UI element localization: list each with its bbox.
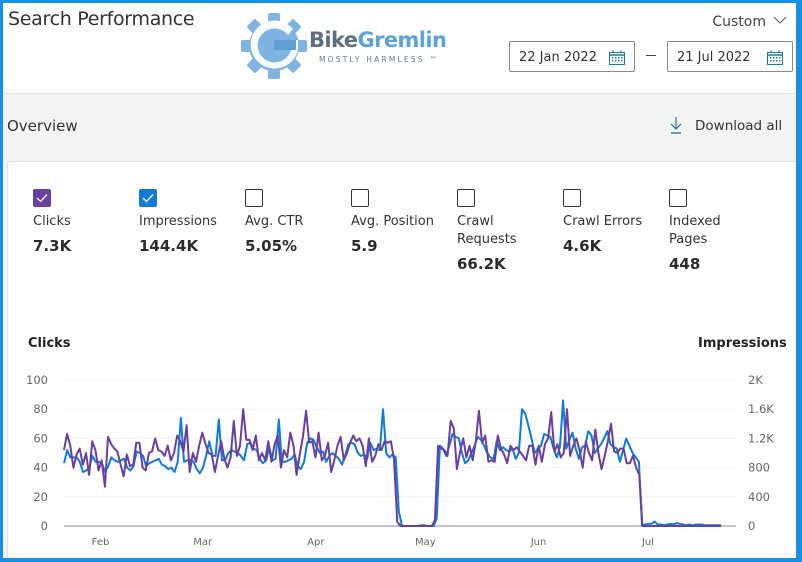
right-tick-label: 1.2K	[748, 431, 774, 445]
x-tick-label: Mar	[193, 537, 213, 548]
x-tick-label: Feb	[92, 537, 110, 548]
performance-chart: 0 0 20 400 40 800 60 1.2K 80 1.6K 100 2K Feb Mar Apr Ma…	[26, 373, 774, 548]
right-tick-label: 2K	[748, 373, 763, 387]
left-tick-label: 20	[33, 490, 48, 504]
right-tick-label: 400	[748, 490, 770, 504]
right-tick-label: 800	[748, 461, 770, 475]
series-line-impressions	[63, 399, 721, 527]
x-tick-label: Apr	[307, 537, 325, 548]
right-tick-label: 0	[748, 519, 755, 533]
left-tick-label: 0	[41, 519, 48, 533]
left-tick-label: 100	[26, 373, 48, 387]
left-tick-label: 40	[33, 461, 48, 475]
left-tick-label: 80	[33, 402, 48, 416]
x-tick-label: May	[415, 537, 436, 548]
left-tick-label: 60	[33, 431, 48, 445]
window: Search Performance BikeGremlin MOSTLY HA…	[3, 3, 796, 558]
right-tick-label: 1.6K	[748, 402, 774, 416]
x-tick-label: Jul	[641, 537, 654, 548]
x-tick-label: Jun	[530, 537, 547, 548]
